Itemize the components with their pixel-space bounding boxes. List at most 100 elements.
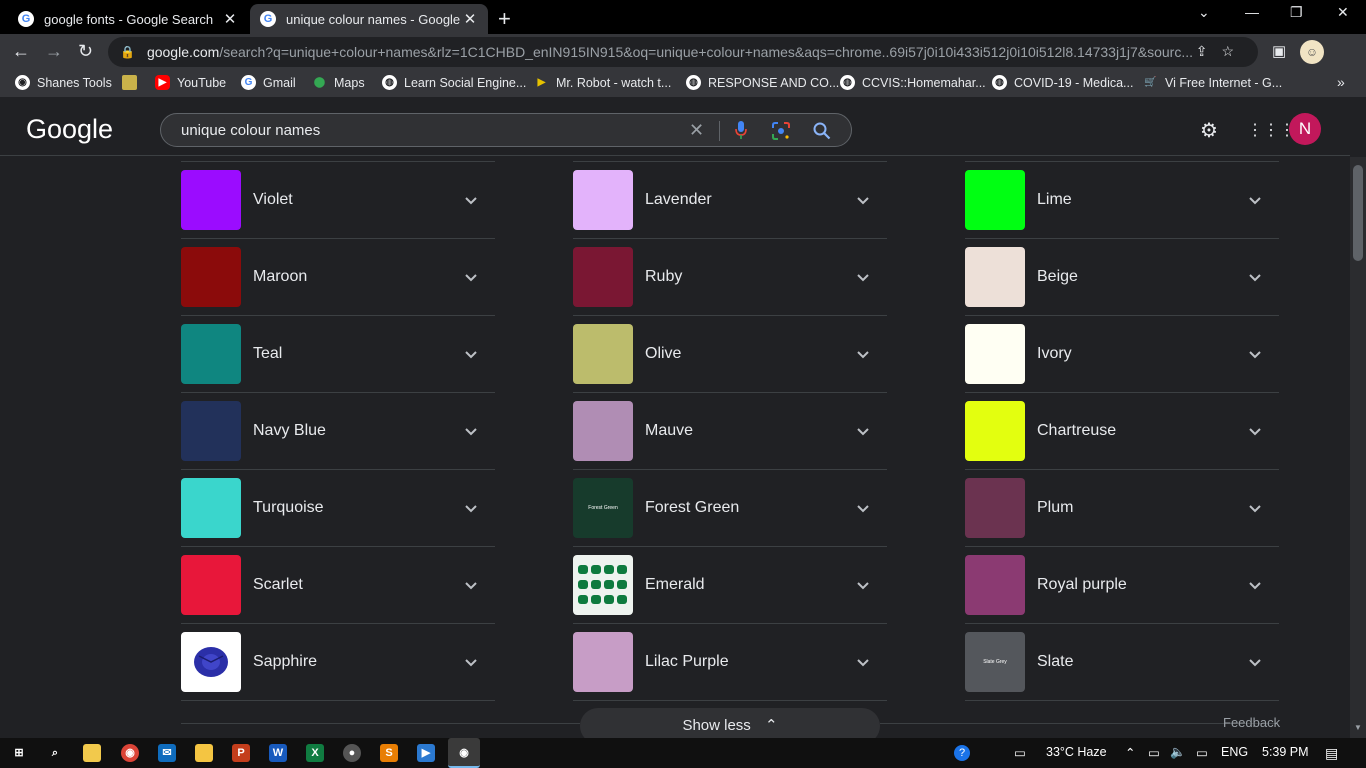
chrome-active-taskbar-icon[interactable]: ◉ xyxy=(448,738,480,768)
color-swatch[interactable] xyxy=(573,632,633,692)
battery-icon[interactable]: ▭ xyxy=(1148,745,1160,760)
bookmark-item[interactable]: 🛒 Vi Free Internet - G... xyxy=(1143,75,1282,90)
more-bookmarks-icon[interactable]: » xyxy=(1337,74,1345,90)
color-row[interactable]: Sapphire xyxy=(181,624,495,701)
notifications-icon[interactable]: ▤ xyxy=(1325,745,1338,762)
chevron-down-icon[interactable] xyxy=(855,423,871,439)
bookmark-item[interactable]: ◍ RESPONSE AND CO... xyxy=(686,75,839,90)
color-swatch[interactable] xyxy=(573,401,633,461)
color-row[interactable]: Chartreuse xyxy=(965,393,1279,470)
chevron-down-icon[interactable] xyxy=(855,577,871,593)
color-swatch[interactable] xyxy=(573,170,633,230)
powerpoint-icon[interactable]: P xyxy=(232,744,250,762)
chevron-down-icon[interactable] xyxy=(1247,577,1263,593)
color-swatch[interactable] xyxy=(965,247,1025,307)
color-swatch[interactable] xyxy=(573,324,633,384)
address-bar[interactable]: 🔒 google.com /search?q=unique+colour+nam… xyxy=(108,37,1258,67)
clear-search-icon[interactable]: ✕ xyxy=(689,120,704,141)
color-row[interactable]: Olive xyxy=(573,316,887,393)
bookmark-item[interactable]: ▶ Mr. Robot - watch t... xyxy=(534,75,672,90)
color-row[interactable]: Violet xyxy=(181,162,495,239)
bookmark-item[interactable]: ◉ Shanes Tools xyxy=(15,75,112,90)
color-row[interactable]: Royal purple xyxy=(965,547,1279,624)
color-swatch[interactable] xyxy=(573,247,633,307)
tab-search-icon[interactable]: ⌄ xyxy=(1198,4,1210,21)
color-row[interactable]: Emerald xyxy=(573,547,887,624)
search-taskbar-icon[interactable]: ⌕ xyxy=(46,744,64,762)
color-swatch[interactable]: Slate Grey xyxy=(965,632,1025,692)
color-row[interactable]: Mauve xyxy=(573,393,887,470)
share-bookmark-icons[interactable]: ⇪☆ xyxy=(1196,43,1248,60)
apps-grid-icon[interactable]: ⋮⋮⋮ xyxy=(1247,120,1295,140)
close-tab-icon[interactable]: ✕ xyxy=(462,10,478,28)
weather-icon[interactable]: ▭ xyxy=(1014,745,1026,760)
chevron-down-icon[interactable] xyxy=(463,500,479,516)
bookmark-item[interactable]: ▶ YouTube xyxy=(155,75,226,90)
search-icon[interactable] xyxy=(813,122,831,140)
chrome-taskbar-icon[interactable]: ◉ xyxy=(121,744,139,762)
chevron-down-icon[interactable] xyxy=(1247,423,1263,439)
windows-start-icon[interactable]: ⊞ xyxy=(10,744,28,762)
color-swatch[interactable] xyxy=(965,478,1025,538)
account-avatar[interactable]: N xyxy=(1289,113,1321,145)
color-swatch[interactable] xyxy=(181,324,241,384)
microphone-icon[interactable] xyxy=(735,121,747,139)
color-row[interactable]: Beige xyxy=(965,239,1279,316)
video-editor-icon[interactable]: ▶ xyxy=(417,744,435,762)
page-scrollbar[interactable]: ▼ xyxy=(1350,157,1366,738)
color-swatch[interactable] xyxy=(181,632,241,692)
tab-google-fonts[interactable]: G google fonts - Google Search ✕ xyxy=(8,4,248,34)
color-swatch[interactable] xyxy=(181,170,241,230)
bookmark-item[interactable] xyxy=(122,75,144,90)
store-icon[interactable] xyxy=(83,744,101,762)
clock[interactable]: 5:39 PM xyxy=(1262,745,1309,759)
lens-icon[interactable] xyxy=(772,122,790,140)
color-row[interactable]: Plum xyxy=(965,470,1279,547)
chevron-down-icon[interactable] xyxy=(1247,269,1263,285)
language-indicator[interactable]: ENG xyxy=(1221,745,1248,759)
chevron-down-icon[interactable] xyxy=(855,654,871,670)
color-row[interactable]: Lavender xyxy=(573,162,887,239)
color-row[interactable]: Ivory xyxy=(965,316,1279,393)
close-window-button[interactable]: ✕ xyxy=(1337,4,1349,21)
chevron-down-icon[interactable] xyxy=(463,346,479,362)
chevron-down-icon[interactable] xyxy=(463,654,479,670)
color-row[interactable]: Slate Grey Slate xyxy=(965,624,1279,701)
color-swatch[interactable] xyxy=(181,401,241,461)
chevron-down-icon[interactable] xyxy=(855,346,871,362)
color-row[interactable]: Turquoise xyxy=(181,470,495,547)
color-row[interactable]: Navy Blue xyxy=(181,393,495,470)
chevron-down-icon[interactable] xyxy=(463,269,479,285)
color-swatch[interactable] xyxy=(181,555,241,615)
scroll-down-arrow-icon[interactable]: ▼ xyxy=(1354,723,1362,732)
volume-icon[interactable]: 🔈 xyxy=(1170,745,1186,760)
minimize-button[interactable]: — xyxy=(1245,4,1259,20)
back-button[interactable]: ← xyxy=(12,41,30,62)
word-icon[interactable]: W xyxy=(269,744,287,762)
file-explorer-icon[interactable] xyxy=(195,744,213,762)
color-row[interactable]: Lime xyxy=(965,162,1279,239)
side-panel-icon[interactable]: ▣ xyxy=(1272,42,1286,60)
forward-button[interactable]: → xyxy=(45,41,63,62)
mail-icon[interactable]: ✉ xyxy=(158,744,176,762)
settings-gear-icon[interactable]: ⚙ xyxy=(1200,118,1218,143)
sublime-icon[interactable]: S xyxy=(380,744,398,762)
feedback-link[interactable]: Feedback xyxy=(1223,715,1280,730)
show-less-button[interactable]: Show less ⌃ xyxy=(580,708,880,738)
bookmark-item[interactable]: G Gmail xyxy=(241,75,296,90)
chevron-down-icon[interactable] xyxy=(1247,192,1263,208)
color-row[interactable]: Scarlet xyxy=(181,547,495,624)
color-swatch[interactable]: Forest Green xyxy=(573,478,633,538)
chevron-down-icon[interactable] xyxy=(855,192,871,208)
search-box[interactable]: ✕ xyxy=(160,113,852,147)
help-icon[interactable]: ? xyxy=(954,745,970,761)
bookmark-item[interactable]: ⬤ Maps xyxy=(312,75,365,90)
reload-button[interactable]: ↻ xyxy=(78,41,93,62)
tray-chevron-up-icon[interactable]: ⌃ xyxy=(1125,745,1135,760)
bookmark-item[interactable]: ◍ Learn Social Engine... xyxy=(382,75,526,90)
chevron-down-icon[interactable] xyxy=(463,192,479,208)
color-row[interactable]: Teal xyxy=(181,316,495,393)
excel-icon[interactable]: X xyxy=(306,744,324,762)
new-tab-button[interactable]: + xyxy=(498,6,511,32)
color-swatch[interactable] xyxy=(965,324,1025,384)
